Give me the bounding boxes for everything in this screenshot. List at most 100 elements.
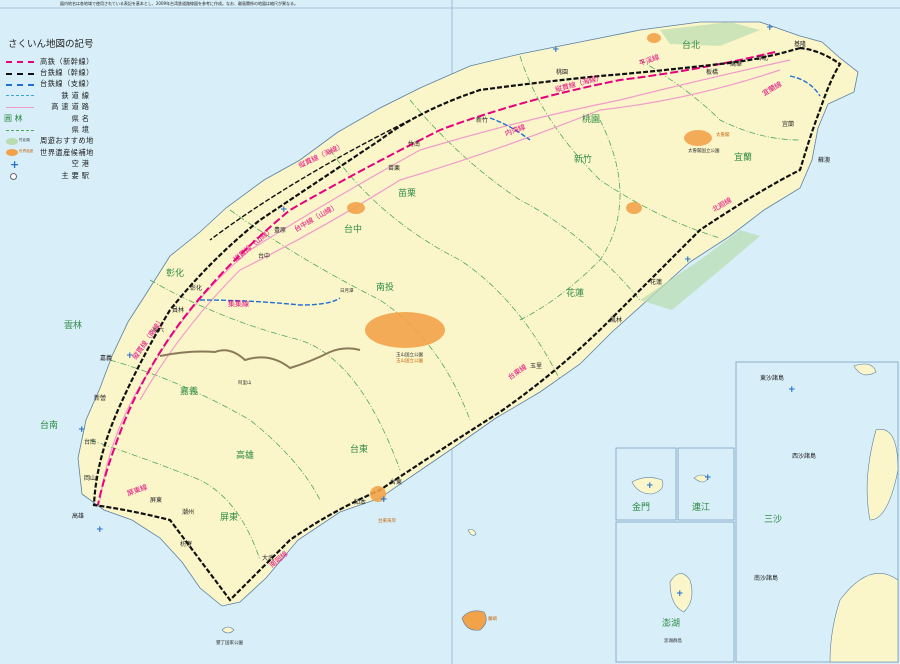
- legend-title: さくいん地図の記号: [8, 39, 94, 50]
- spot-label-penghu: 澎湖群島: [664, 637, 682, 644]
- county-label-hsinchu: 新竹: [574, 153, 592, 165]
- spot-label-sun-moon-lake: 日月潭: [340, 287, 354, 294]
- legend-label-county-name: 県名: [71, 113, 92, 123]
- legend-row-hsr: 高鉄（新幹線）: [4, 56, 108, 67]
- map-legend: さくいん地図の記号 高鉄（新幹線） 台鉄線（幹線） 台鉄線（支線） 鉄道線 高速…: [4, 36, 108, 181]
- station-yilan: 宜蘭: [782, 120, 794, 128]
- lanyu-island: [461, 610, 487, 631]
- airport-icon-penghu: +: [676, 589, 684, 599]
- heritage-label-taroko: 太魯閣: [716, 131, 730, 138]
- sansha-label: 三沙: [764, 514, 782, 525]
- county-label-chiayi: 嘉義: [180, 385, 198, 397]
- station-pingtung: 屏東: [150, 496, 162, 504]
- station-zhiben: 知本: [354, 498, 366, 506]
- south-sea-land-3: [853, 363, 877, 376]
- station-yuanlin: 員林: [172, 306, 184, 314]
- legend-label-trunk: 台鉄線（幹線）: [40, 68, 94, 78]
- county-label-taipei: 台北: [682, 39, 700, 51]
- county-label-hualien: 花蓮: [566, 287, 584, 299]
- legend-label-airport: 空港: [71, 159, 92, 169]
- nansha-label: 南沙諸島: [754, 574, 778, 582]
- station-zhunan: 竹南: [408, 140, 420, 148]
- county-label-lienchiang: 連江: [692, 501, 710, 513]
- county-label-yilan: 宜蘭: [734, 151, 752, 163]
- county-label-kinmen: 金門: [632, 501, 650, 513]
- station-hsinchu: 新竹: [476, 116, 488, 124]
- station-icon: [4, 171, 36, 181]
- station-taitung: 台東: [390, 478, 402, 486]
- station-chaozhou: 潮州: [182, 508, 194, 516]
- county-label-tainan: 台南: [40, 419, 58, 431]
- legend-row-county-border: 県境: [4, 124, 108, 135]
- airport-icon-kinmen: +: [646, 481, 654, 491]
- station-xinying: 新營: [94, 394, 106, 402]
- spot-label-taroko: 太魯閣国立公園: [688, 147, 720, 154]
- station-gangshan: 岡山: [84, 474, 96, 482]
- heritage-label-yushan: 玉山国立公園: [396, 357, 423, 364]
- airport-icon-songshan: +: [766, 23, 774, 33]
- legend-row-highway: 高速道路: [4, 102, 108, 113]
- taiwan-index-map: 台北 宜蘭 桃園 新竹 苗栗 台中 彰化 南投 花蓮 雲林 嘉義 台南 高雄 台…: [0, 0, 900, 664]
- heritage-label-taitung: 台東海岸: [378, 517, 396, 524]
- map-note: 図内地名は各地域で使用されている表記を基本とし、2009年台湾鉄道路線図を参考に…: [60, 1, 299, 6]
- county-label-pingtung: 屏東: [220, 511, 238, 523]
- rail-line-icon: [4, 91, 36, 100]
- heritage-label-lanyu: 蘭嶼: [488, 615, 497, 622]
- station-taipei: 台北: [756, 54, 768, 62]
- county-label-changhua: 彰化: [166, 267, 184, 279]
- legend-label-branch: 台鉄線（支線）: [40, 79, 94, 89]
- station-banqiao: 板橋: [706, 68, 718, 76]
- spot-label-kenting: 墾丁国家公園: [216, 639, 243, 646]
- station-hualien: 花蓮: [650, 278, 662, 286]
- county-name-icon: 圓 林: [4, 114, 23, 124]
- county-label-yunlin: 雲林: [64, 319, 82, 331]
- station-changhua: 彰化: [190, 284, 202, 292]
- legend-row-station: 主要駅: [4, 170, 108, 181]
- heritage-yushan: [365, 312, 445, 348]
- legend-label-station: 主要駅: [61, 170, 92, 180]
- legend-label-scenic: 周遊おすすめ地: [40, 136, 94, 146]
- legend-label-highway: 高速道路: [51, 102, 92, 112]
- county-label-taitung: 台東: [350, 443, 368, 455]
- legend-row-scenic: 竹北湖 周遊おすすめ地: [4, 136, 108, 147]
- xisha-label: 西沙諸島: [792, 452, 816, 460]
- station-kaohsiung: 高雄: [72, 512, 84, 520]
- station-fengyuan: 豊原: [274, 226, 286, 234]
- trunk-line-icon: [4, 69, 36, 78]
- county-border-icon: [4, 126, 36, 135]
- station-wanhua: 萬華: [730, 60, 742, 68]
- county-label-penghu: 澎湖: [662, 617, 680, 629]
- airport-icon-chiayi: +: [126, 351, 134, 361]
- heritage-zhudong: [626, 202, 642, 214]
- airport-icon-matsu: +: [704, 473, 712, 483]
- station-taoyuan: 桃園: [556, 68, 568, 76]
- station-fangliao: 枋寮: [180, 540, 192, 548]
- airport-icon-taitung: +: [380, 495, 388, 505]
- county-label-miaoli: 苗栗: [398, 188, 416, 199]
- line-label-jiji: 集集線: [228, 299, 249, 308]
- airport-icon-tainan: +: [78, 425, 86, 435]
- legend-label-rail: 鉄道線: [61, 90, 92, 100]
- heritage-site-icon: 世界遺産: [4, 148, 36, 157]
- highway-line-icon: [4, 103, 36, 112]
- county-label-nantou: 南投: [376, 281, 394, 293]
- airport-icon-dongsha: +: [788, 385, 796, 395]
- heritage-taroko: [684, 130, 712, 146]
- branch-line-icon: [4, 80, 36, 89]
- airport-icon-hualien: +: [684, 255, 692, 265]
- station-keelung: 基隆: [794, 40, 806, 48]
- station-fenglin: 鳳林: [610, 316, 622, 324]
- legend-label-hsr: 高鉄（新幹線）: [40, 56, 94, 66]
- heritage-taichung: [347, 202, 365, 214]
- airport-icon: +: [10, 157, 20, 171]
- airport-icon-kaohsiung: +: [96, 525, 104, 535]
- airport-icon-taoyuan: +: [552, 45, 560, 55]
- station-tainan: 台南: [84, 438, 96, 446]
- station-dawu: 大武: [262, 554, 274, 562]
- liuqiu-island: [221, 626, 235, 634]
- station-chiayi: 嘉義: [100, 354, 112, 362]
- station-miaoli: 苗栗: [388, 164, 400, 172]
- spot-label-yushan: 玉山国立公園: [396, 351, 423, 358]
- county-label-taoyuan: 桃園: [582, 113, 600, 125]
- station-yuli: 玉里: [530, 363, 542, 370]
